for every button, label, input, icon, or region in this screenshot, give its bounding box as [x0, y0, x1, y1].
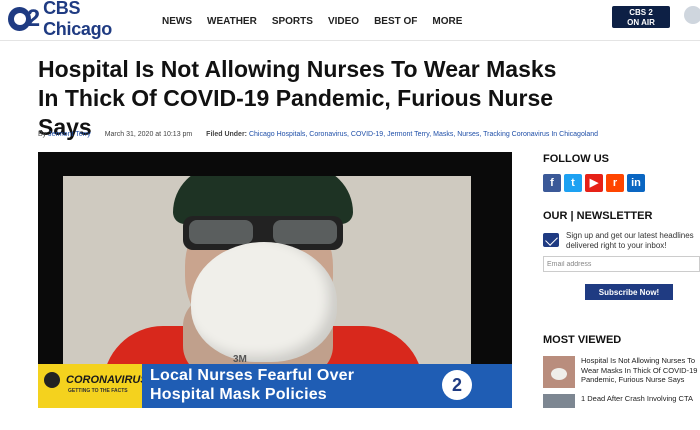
nav-more[interactable]: MORE [432, 16, 462, 27]
virus-icon [44, 372, 60, 388]
tag-links[interactable]: Chicago Hospitals, Coronavirus, COVID-19… [249, 131, 598, 138]
twitter-icon[interactable]: t [564, 174, 582, 192]
lower-third-line-1: Local Nurses Fearful Over [150, 367, 355, 384]
video-player[interactable]: 3M CORONAVIRUS GETTING TO THE FACTS Loca… [38, 152, 512, 408]
article-headline: Hospital Is Not Allowing Nurses To Wear … [38, 56, 557, 140]
lower-third-headline: Local Nurses Fearful Over Hospital Mask … [142, 364, 512, 408]
facebook-icon[interactable]: f [543, 174, 561, 192]
newsletter-description: Sign up and get our latest headlines del… [566, 231, 694, 250]
cbs2-channel-logo: 2 [442, 370, 472, 400]
on-air-label: ON AIR [627, 18, 655, 27]
on-air-button[interactable]: CBS 2 ON AIR [612, 6, 670, 28]
newsletter-heading: OUR | NEWSLETTER [543, 210, 653, 222]
follow-us-heading: FOLLOW US [543, 153, 609, 165]
nav-news[interactable]: NEWS [162, 16, 192, 27]
logo-name: CBS Chicago [43, 0, 113, 39]
lower-third: CORONAVIRUS GETTING TO THE FACTS Local N… [38, 364, 512, 408]
most-viewed-title: 1 Dead After Crash Involving CTA [581, 394, 693, 403]
coronavirus-subtitle: GETTING TO THE FACTS [68, 388, 128, 394]
subscribe-button[interactable]: Subscribe Now! [585, 284, 673, 300]
author-link[interactable]: Jermont Terry [48, 131, 91, 138]
most-viewed-thumbnail [543, 394, 575, 408]
cbs-eye-icon [8, 7, 31, 31]
weather-icon[interactable] [684, 6, 700, 24]
cbs-chicago-logo[interactable]: 2 CBS Chicago [8, 0, 148, 39]
coronavirus-title: CORONAVIRUS [66, 374, 148, 386]
youtube-icon[interactable]: ▶ [585, 174, 603, 192]
nav-video[interactable]: VIDEO [328, 16, 359, 27]
most-viewed-item[interactable]: Hospital Is Not Allowing Nurses To Wear … [543, 356, 700, 392]
byline-prefix: By [38, 131, 47, 138]
byline: By Jermont Terry March 31, 2020 at 10:13… [38, 131, 598, 138]
publish-date: March 31, 2020 at 10:13 pm [104, 131, 193, 138]
filed-under-label: Filed Under: [206, 131, 248, 138]
mail-icon [543, 233, 559, 247]
site-header: 2 CBS Chicago NEWS WEATHER SPORTS VIDEO … [0, 0, 700, 41]
social-links: f t ▶ r in [543, 174, 645, 192]
reddit-icon[interactable]: r [606, 174, 624, 192]
nav-weather[interactable]: WEATHER [207, 16, 257, 27]
email-input[interactable] [543, 256, 700, 272]
nav-sports[interactable]: SPORTS [272, 16, 313, 27]
lower-third-text: Local Nurses Fearful Over Hospital Mask … [150, 366, 354, 404]
n95-mask: 3M [191, 242, 337, 365]
main-nav: NEWS WEATHER SPORTS VIDEO BEST OF MORE [162, 16, 462, 27]
coronavirus-banner: CORONAVIRUS GETTING TO THE FACTS [38, 364, 148, 408]
most-viewed-heading: MOST VIEWED [543, 334, 622, 346]
lower-third-line-2: Hospital Mask Policies [150, 386, 327, 403]
most-viewed-item[interactable]: 1 Dead After Crash Involving CTA [543, 394, 700, 430]
on-air-channel: CBS 2 [629, 8, 653, 17]
nav-best-of[interactable]: BEST OF [374, 16, 417, 27]
most-viewed-thumbnail [543, 356, 575, 388]
linkedin-icon[interactable]: in [627, 174, 645, 192]
most-viewed-title: Hospital Is Not Allowing Nurses To Wear … [581, 356, 698, 384]
